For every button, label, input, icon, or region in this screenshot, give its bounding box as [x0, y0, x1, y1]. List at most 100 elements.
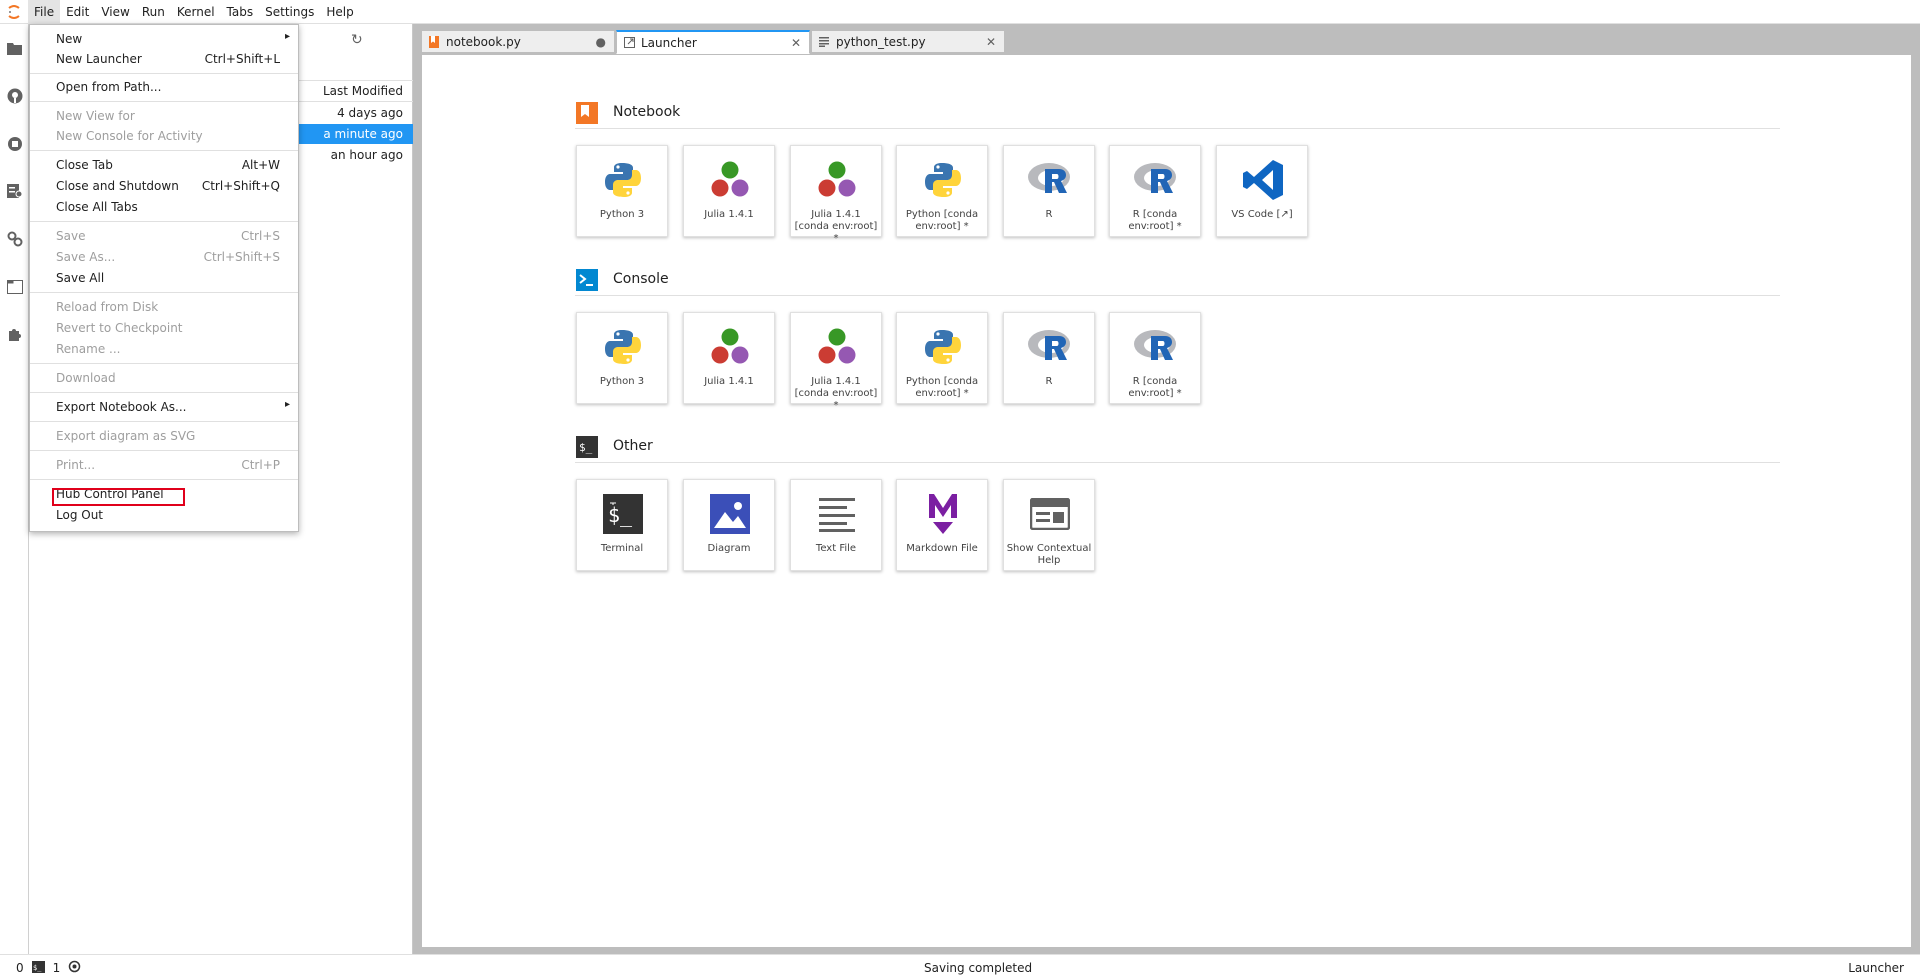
file-modified: a minute ago: [323, 127, 403, 141]
notebook-card-r[interactable]: R: [1003, 145, 1095, 237]
other-card-text-file[interactable]: Text File: [790, 479, 882, 571]
menu-item-save-all[interactable]: Save All: [30, 268, 298, 288]
kernel-status-icon[interactable]: [68, 960, 81, 976]
menu-item-new-console[interactable]: New Console for Activity: [30, 126, 298, 146]
menu-item-export-notebook[interactable]: Export Notebook As... ▸: [30, 397, 298, 417]
console-card-julia[interactable]: Julia 1.4.1: [683, 312, 775, 404]
menu-item-close-and-shutdown[interactable]: Close and Shutdown Ctrl+Shift+Q: [30, 176, 298, 196]
markdown-icon: [919, 490, 967, 538]
menu-item-new[interactable]: New ▸: [30, 29, 298, 49]
menu-item-reload-from-disk[interactable]: Reload from Disk: [30, 297, 298, 317]
diagram-image-icon: [706, 490, 754, 538]
julia-logo-icon: [813, 323, 861, 371]
menu-item-save-as[interactable]: Save As... Ctrl+Shift+S: [30, 247, 298, 267]
commands-icon[interactable]: [6, 182, 23, 199]
menu-run[interactable]: Run: [136, 0, 171, 24]
menu-separator: [30, 392, 298, 393]
notebook-card-julia-conda[interactable]: Julia 1.4.1 [conda env:root] *: [790, 145, 882, 244]
console-card-python3[interactable]: Python 3: [576, 312, 668, 404]
notebook-card-julia[interactable]: Julia 1.4.1: [683, 145, 775, 237]
kernel-count[interactable]: 1: [53, 961, 61, 975]
section-title: Notebook: [613, 104, 681, 120]
menu-separator: [30, 292, 298, 293]
terminal-status-icon[interactable]: $_: [31, 960, 45, 976]
folder-icon[interactable]: [6, 40, 23, 57]
menu-help[interactable]: Help: [320, 0, 359, 24]
notebook-card-vscode[interactable]: VS Code [↗]: [1216, 145, 1308, 237]
tab-bar: notebook.py ● Launcher ✕ python_test.py …: [421, 30, 1006, 54]
card-label: Julia 1.4.1 [conda env:root] *: [794, 209, 878, 244]
card-label: R: [1045, 376, 1053, 387]
menu-item-new-view[interactable]: New View for: [30, 106, 298, 126]
console-icon: [575, 268, 599, 292]
extensions-icon[interactable]: [6, 325, 23, 342]
property-inspector-icon[interactable]: [6, 230, 23, 247]
tab-notebook-py[interactable]: notebook.py ●: [421, 30, 615, 53]
running-sessions-icon[interactable]: [6, 135, 23, 152]
menu-item-revert-checkpoint[interactable]: Revert to Checkpoint: [30, 318, 298, 338]
r-logo-icon: [1132, 156, 1180, 204]
tabs-icon[interactable]: [6, 278, 23, 295]
menu-item-new-launcher[interactable]: New Launcher Ctrl+Shift+L: [30, 49, 298, 69]
refresh-icon[interactable]: ↻: [351, 32, 363, 48]
last-modified-header[interactable]: Last Modified: [323, 84, 403, 98]
menu-item-close-all-tabs[interactable]: Close All Tabs: [30, 197, 298, 217]
menu-item-log-out[interactable]: Log Out: [30, 505, 298, 525]
menu-kernel[interactable]: Kernel: [171, 0, 221, 24]
text-file-icon: [818, 36, 830, 48]
menu-item-export-diagram-svg[interactable]: Export diagram as SVG: [30, 426, 298, 446]
main-dock-area: notebook.py ● Launcher ✕ python_test.py …: [413, 24, 1920, 954]
menu-tabs[interactable]: Tabs: [221, 0, 260, 24]
card-label: Terminal: [600, 543, 644, 554]
text-file-icon: [813, 490, 861, 538]
card-label: R [conda env:root] *: [1128, 376, 1182, 399]
menu-item-print[interactable]: Print... Ctrl+P: [30, 455, 298, 475]
other-card-diagram[interactable]: Diagram: [683, 479, 775, 571]
card-label: Diagram: [707, 543, 751, 554]
console-card-r-conda[interactable]: R [conda env:root] *: [1109, 312, 1201, 404]
notebook-icon: [575, 101, 599, 125]
menu-separator: [30, 479, 298, 480]
julia-logo-icon: [706, 156, 754, 204]
other-card-terminal[interactable]: $_ Terminal: [576, 479, 668, 571]
menu-separator: [30, 221, 298, 222]
menu-item-download[interactable]: Download: [30, 368, 298, 388]
file-modified: an hour ago: [330, 148, 403, 162]
notebook-card-python-conda[interactable]: Python [conda env:root] *: [896, 145, 988, 237]
menu-edit[interactable]: Edit: [60, 0, 95, 24]
other-card-contextual-help[interactable]: Show Contextual Help: [1003, 479, 1095, 571]
launcher-panel: Notebook Python 3 Julia 1.4.1 Julia 1.4.…: [421, 54, 1912, 948]
tab-label: notebook.py: [446, 34, 521, 49]
tab-label: Launcher: [641, 35, 697, 50]
other-card-markdown-file[interactable]: Markdown File: [896, 479, 988, 571]
close-icon[interactable]: ✕: [791, 36, 801, 50]
section-title: Console: [613, 271, 669, 287]
menu-file[interactable]: File: [28, 0, 61, 24]
r-logo-icon: [1026, 323, 1074, 371]
close-icon[interactable]: ✕: [986, 35, 996, 49]
jupyter-logo-icon[interactable]: [0, 0, 28, 24]
unsaved-dot-icon[interactable]: ●: [596, 35, 606, 49]
menu-item-save[interactable]: Save Ctrl+S: [30, 226, 298, 246]
tab-python-test-py[interactable]: python_test.py ✕: [811, 30, 1005, 53]
menu-item-close-tab[interactable]: Close Tab Alt+W: [30, 155, 298, 175]
card-label: Julia 1.4.1 [conda env:root] *: [794, 376, 878, 411]
other-section-header: $_ Other: [575, 433, 1780, 463]
file-menu-dropdown: New ▸ New Launcher Ctrl+Shift+L Open fro…: [29, 24, 299, 532]
console-card-r[interactable]: R: [1003, 312, 1095, 404]
chevron-right-icon: ▸: [284, 31, 290, 42]
console-card-python-conda[interactable]: Python [conda env:root] *: [896, 312, 988, 404]
tab-launcher[interactable]: Launcher ✕: [616, 30, 810, 54]
github-icon[interactable]: [6, 87, 23, 104]
terminal-count[interactable]: 0: [16, 961, 24, 975]
menu-settings[interactable]: Settings: [259, 0, 320, 24]
console-card-julia-conda[interactable]: Julia 1.4.1 [conda env:root] *: [790, 312, 882, 411]
highlight-box: [52, 488, 185, 506]
python-logo-icon: [599, 323, 647, 371]
julia-logo-icon: [706, 323, 754, 371]
notebook-card-python3[interactable]: Python 3: [576, 145, 668, 237]
menu-item-open-from-path[interactable]: Open from Path...: [30, 77, 298, 97]
notebook-card-r-conda[interactable]: R [conda env:root] *: [1109, 145, 1201, 237]
menu-view[interactable]: View: [95, 0, 135, 24]
menu-item-rename[interactable]: Rename ...: [30, 339, 298, 359]
